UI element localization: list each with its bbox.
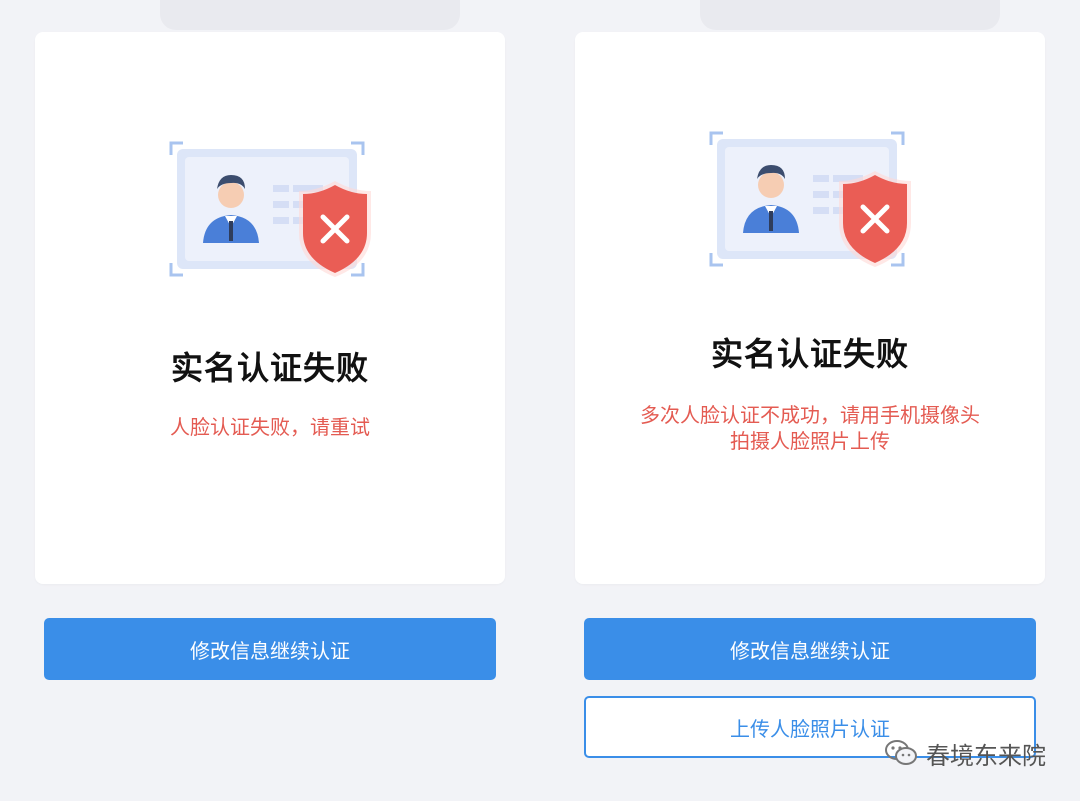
background-decoration [160, 0, 460, 30]
error-message: 多次人脸认证不成功，请用手机摄像头 拍摄人脸照片上传 [595, 402, 1025, 454]
wechat-icon [884, 738, 918, 768]
page-title: 实名认证失败 [170, 349, 369, 387]
id-card-failed-icon [705, 127, 935, 297]
modify-info-continue-button[interactable]: 修改信息继续认证 [44, 618, 496, 680]
id-card-failed-icon [165, 137, 395, 307]
left-panel: 实名认证失败 人脸认证失败，请重试 修改信息继续认证 [0, 0, 540, 801]
page-title: 实名认证失败 [710, 335, 909, 373]
error-message-line: 多次人脸认证不成功，请用手机摄像头 [640, 403, 980, 427]
background-decoration [700, 0, 1000, 30]
watermark: 春境东来院 [884, 736, 1046, 770]
result-card: 实名认证失败 人脸认证失败，请重试 [35, 32, 505, 584]
error-message-line: 拍摄人脸照片上传 [730, 429, 890, 453]
watermark-text: 春境东来院 [926, 741, 1046, 770]
right-panel: 实名认证失败 多次人脸认证不成功，请用手机摄像头 拍摄人脸照片上传 修改信息继续… [540, 0, 1080, 801]
result-card: 实名认证失败 多次人脸认证不成功，请用手机摄像头 拍摄人脸照片上传 [575, 32, 1045, 584]
error-message: 人脸认证失败，请重试 [55, 414, 485, 440]
error-message-line: 人脸认证失败，请重试 [170, 415, 370, 439]
modify-info-continue-button[interactable]: 修改信息继续认证 [584, 618, 1036, 680]
